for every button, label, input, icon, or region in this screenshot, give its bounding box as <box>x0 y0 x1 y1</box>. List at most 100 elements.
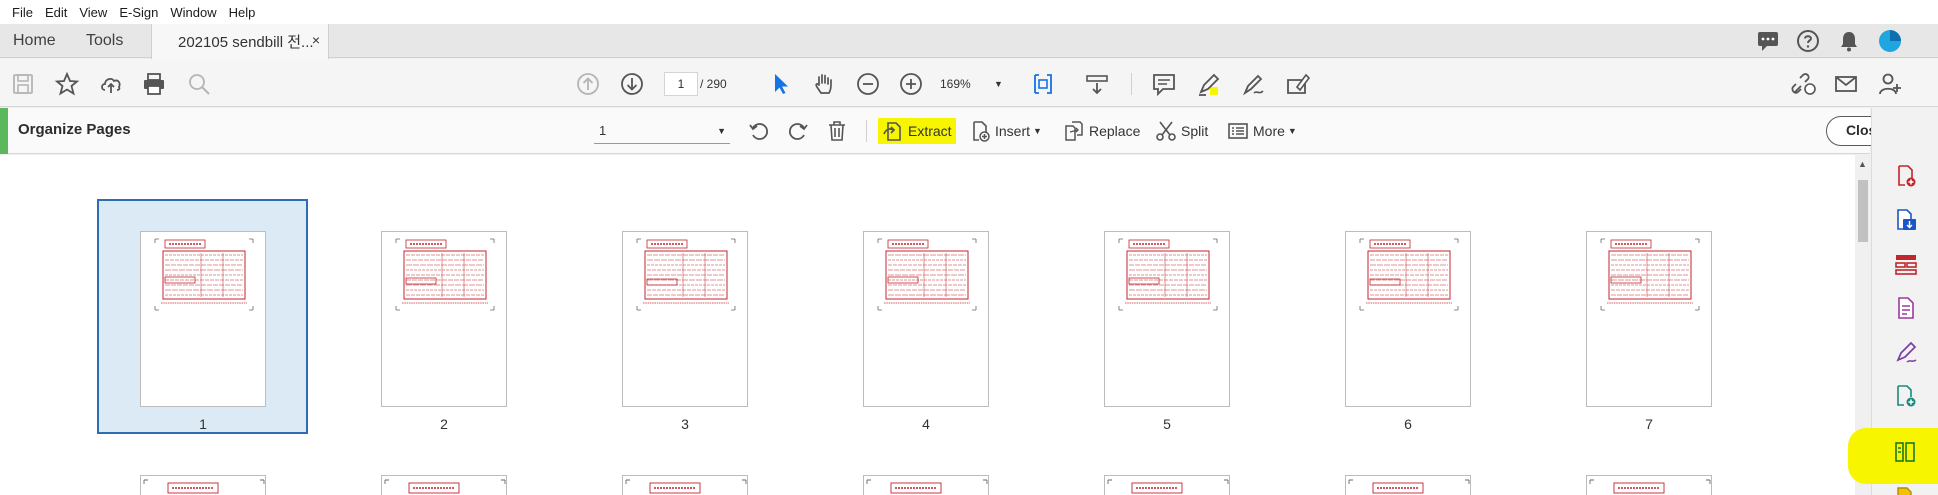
previous-page-icon[interactable] <box>575 71 601 97</box>
add-user-icon[interactable] <box>1877 71 1903 97</box>
organize-pages-title: Organize Pages <box>18 121 131 138</box>
page-thumbnail[interactable] <box>1345 231 1471 407</box>
toolbar-divider <box>1131 73 1132 95</box>
page-thumbnail[interactable] <box>381 231 507 407</box>
draw-signature-icon[interactable] <box>1240 71 1266 97</box>
menu-edit[interactable]: Edit <box>39 5 73 20</box>
replace-button[interactable]: Replace <box>1063 118 1140 144</box>
chevron-down-icon: ▼ <box>1033 126 1042 136</box>
document-tab-title: 202105 sendbill 전... <box>178 34 314 51</box>
export-pdf-icon[interactable] <box>1894 208 1918 232</box>
page-number-label: 1 <box>199 416 207 432</box>
page-preview-image <box>154 238 254 311</box>
extract-label: Extract <box>908 123 952 139</box>
zoom-level-value: 169% <box>940 77 971 91</box>
page-number-input[interactable]: 1 <box>664 72 698 96</box>
page-thumbnail[interactable] <box>381 475 507 495</box>
page-number-label: 6 <box>1404 416 1412 432</box>
menu-bar: File Edit View E-Sign Window Help <box>0 0 1938 24</box>
page-thumbnail[interactable] <box>622 475 748 495</box>
page-thumbnail[interactable] <box>622 231 748 407</box>
rotate-left-icon[interactable] <box>748 118 774 144</box>
page-preview-image <box>1359 238 1459 311</box>
tab-document[interactable]: 202105 sendbill 전... × <box>151 24 329 59</box>
next-page-icon[interactable] <box>619 71 645 97</box>
menu-help[interactable]: Help <box>223 5 262 20</box>
insert-label: Insert <box>995 123 1031 139</box>
zoom-out-icon[interactable] <box>855 71 881 97</box>
zoom-in-icon[interactable] <box>898 71 924 97</box>
extract-button[interactable]: Extract <box>878 118 956 144</box>
search-zoom-icon[interactable] <box>186 71 212 97</box>
page-number-label: 2 <box>440 416 448 432</box>
scrollbar-thumb[interactable] <box>1858 180 1868 242</box>
page-range-select[interactable]: 1 ▼ <box>594 118 730 144</box>
menu-file[interactable]: File <box>6 5 39 20</box>
page-preview-image <box>877 238 977 311</box>
link-share-icon[interactable] <box>1790 71 1816 97</box>
insert-button[interactable]: Insert ▼ <box>969 118 1042 144</box>
scroll-mode-icon[interactable] <box>1084 71 1110 97</box>
page-preview-image <box>384 479 506 494</box>
page-thumbnail[interactable] <box>140 475 266 495</box>
chevron-down-icon: ▼ <box>717 126 726 136</box>
more-label: More <box>1253 123 1285 139</box>
page-thumbnail[interactable] <box>863 475 989 495</box>
fill-sign-icon[interactable] <box>1894 340 1918 364</box>
page-fit-icon[interactable] <box>1030 71 1056 97</box>
combine-files-icon[interactable] <box>1894 252 1918 276</box>
organize-pages-toolbar: Organize Pages 1 ▼ Extract Insert ▼ Repl… <box>0 108 1904 154</box>
email-icon[interactable] <box>1833 71 1859 97</box>
page-preview-image <box>1600 238 1700 311</box>
delete-page-icon[interactable] <box>826 118 852 144</box>
extract-icon <box>883 122 901 141</box>
page-number-label: 7 <box>1645 416 1653 432</box>
chevron-down-icon: ▼ <box>994 79 1003 89</box>
bookmark-star-icon[interactable] <box>54 71 80 97</box>
create-pdf-icon[interactable] <box>1894 164 1918 188</box>
help-icon[interactable] <box>1796 29 1820 53</box>
page-thumbnail[interactable] <box>1586 475 1712 495</box>
close-tab-icon[interactable]: × <box>312 32 320 48</box>
page-number-label: 5 <box>1163 416 1171 432</box>
edit-pdf-panel-icon[interactable] <box>1894 296 1918 320</box>
menu-esign[interactable]: E-Sign <box>113 5 164 20</box>
save-icon[interactable] <box>10 71 36 97</box>
replace-page-icon <box>1065 121 1083 141</box>
notification-bell-icon[interactable] <box>1837 29 1861 53</box>
page-number-label: 3 <box>681 416 689 432</box>
page-preview-image <box>636 238 736 311</box>
page-thumbnail[interactable] <box>863 231 989 407</box>
scroll-up-arrow-icon[interactable]: ▲ <box>1858 159 1867 169</box>
insert-page-icon <box>973 121 990 142</box>
comment-chat-icon[interactable] <box>1756 29 1780 53</box>
more-options-icon <box>1228 123 1248 139</box>
split-label: Split <box>1181 123 1209 139</box>
menu-window[interactable]: Window <box>164 5 222 20</box>
hand-tool-icon[interactable] <box>811 71 837 97</box>
upload-cloud-icon[interactable] <box>98 71 124 97</box>
chevron-down-icon: ▼ <box>1287 126 1297 136</box>
page-thumbnail[interactable] <box>140 231 266 407</box>
edit-pdf-icon[interactable] <box>1284 71 1311 97</box>
menu-view[interactable]: View <box>73 5 113 20</box>
zoom-level-select[interactable]: 169% ▼ <box>940 72 1006 96</box>
tab-tools[interactable]: Tools <box>86 24 123 58</box>
highlight-pen-icon[interactable] <box>1196 71 1222 97</box>
comment-icon[interactable] <box>1151 71 1177 97</box>
split-button[interactable]: Split <box>1155 118 1208 144</box>
page-thumbnail[interactable] <box>1345 475 1471 495</box>
more-button[interactable]: More ▼ <box>1227 118 1297 144</box>
partial-tool-icon[interactable] <box>1893 486 1917 495</box>
user-avatar-icon[interactable] <box>1878 29 1902 53</box>
page-thumbnail[interactable] <box>1104 475 1230 495</box>
organize-pages-icon[interactable] <box>1893 440 1917 464</box>
send-for-review-icon[interactable] <box>1894 384 1918 408</box>
page-thumbnail[interactable] <box>1104 231 1230 407</box>
rotate-right-icon[interactable] <box>787 118 813 144</box>
tab-home[interactable]: Home <box>13 24 56 58</box>
page-thumbnail[interactable] <box>1586 231 1712 407</box>
print-icon[interactable] <box>141 71 167 97</box>
page-preview-image <box>1107 479 1229 494</box>
select-cursor-icon[interactable] <box>768 71 794 97</box>
